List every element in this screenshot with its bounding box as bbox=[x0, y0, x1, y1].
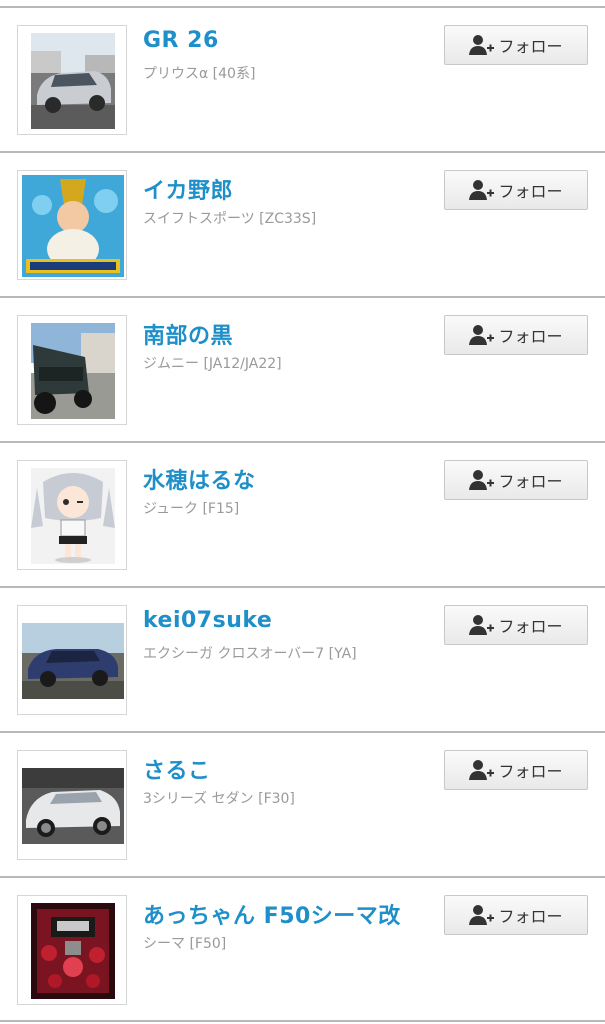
user-car: スイフトスポーツ [ZC33S] bbox=[143, 211, 317, 227]
follow-button[interactable]: フォロー bbox=[444, 750, 588, 790]
add-user-icon bbox=[469, 469, 495, 491]
add-user-icon bbox=[469, 614, 495, 636]
add-user-icon bbox=[469, 179, 495, 201]
user-car: エクシーガ クロスオーバー7 [YA] bbox=[143, 646, 357, 662]
avatar-image bbox=[31, 903, 115, 999]
user-avatar[interactable] bbox=[17, 895, 127, 1005]
avatar-image bbox=[22, 623, 124, 699]
follow-button-label: フォロー bbox=[498, 182, 563, 201]
list-item: さるこ 3シリーズ セダン [F30] フォロー bbox=[0, 731, 605, 874]
avatar-image bbox=[22, 175, 124, 277]
list-item: あっちゃん F50シーマ改 シーマ [F50] フォロー bbox=[0, 876, 605, 1019]
follow-button[interactable]: フォロー bbox=[444, 605, 588, 645]
user-avatar[interactable] bbox=[17, 605, 127, 715]
user-avatar[interactable] bbox=[17, 315, 127, 425]
follow-button-label: フォロー bbox=[498, 907, 563, 926]
user-avatar[interactable] bbox=[17, 750, 127, 860]
user-name[interactable]: イカ野郎 bbox=[143, 173, 233, 205]
add-user-icon bbox=[469, 904, 495, 926]
follow-button-label: フォロー bbox=[498, 617, 563, 636]
add-user-icon bbox=[469, 34, 495, 56]
avatar-image bbox=[31, 33, 115, 129]
user-car: ジムニー [JA12/JA22] bbox=[143, 356, 282, 372]
follow-button[interactable]: フォロー bbox=[444, 315, 588, 355]
list-item: イカ野郎 スイフトスポーツ [ZC33S] フォロー bbox=[0, 151, 605, 294]
list-divider bbox=[0, 1020, 605, 1022]
user-car: ジューク [F15] bbox=[143, 501, 240, 517]
list-item: kei07suke エクシーガ クロスオーバー7 [YA] フォロー bbox=[0, 586, 605, 729]
user-name[interactable]: あっちゃん F50シーマ改 bbox=[143, 898, 401, 930]
follow-button-label: フォロー bbox=[498, 472, 563, 491]
user-name[interactable]: 水穂はるな bbox=[143, 463, 256, 495]
follow-button-label: フォロー bbox=[498, 327, 563, 346]
follow-button[interactable]: フォロー bbox=[444, 25, 588, 65]
user-name[interactable]: kei07suke bbox=[143, 608, 272, 633]
user-name[interactable]: 南部の黒 bbox=[143, 318, 233, 350]
follow-button[interactable]: フォロー bbox=[444, 895, 588, 935]
user-avatar[interactable] bbox=[17, 170, 127, 280]
follow-button[interactable]: フォロー bbox=[444, 460, 588, 500]
avatar-image bbox=[22, 768, 124, 844]
follow-button-label: フォロー bbox=[498, 762, 563, 781]
follow-button-label: フォロー bbox=[498, 37, 563, 56]
user-car: シーマ [F50] bbox=[143, 936, 227, 952]
user-name[interactable]: さるこ bbox=[143, 753, 211, 785]
avatar-image bbox=[31, 323, 115, 419]
user-car: 3シリーズ セダン [F30] bbox=[143, 791, 295, 807]
list-item: 南部の黒 ジムニー [JA12/JA22] フォロー bbox=[0, 296, 605, 439]
user-car: プリウスα [40系] bbox=[143, 66, 256, 82]
list-item: 水穂はるな ジューク [F15] フォロー bbox=[0, 441, 605, 584]
user-name[interactable]: GR 26 bbox=[143, 28, 219, 53]
user-avatar[interactable] bbox=[17, 460, 127, 570]
follow-user-list: GR 26 プリウスα [40系] フォロー イカ野郎 スイフトスポーツ [ZC… bbox=[0, 0, 605, 1024]
avatar-image bbox=[31, 468, 115, 564]
user-avatar[interactable] bbox=[17, 25, 127, 135]
add-user-icon bbox=[469, 324, 495, 346]
list-item: GR 26 プリウスα [40系] フォロー bbox=[0, 6, 605, 149]
add-user-icon bbox=[469, 759, 495, 781]
follow-button[interactable]: フォロー bbox=[444, 170, 588, 210]
